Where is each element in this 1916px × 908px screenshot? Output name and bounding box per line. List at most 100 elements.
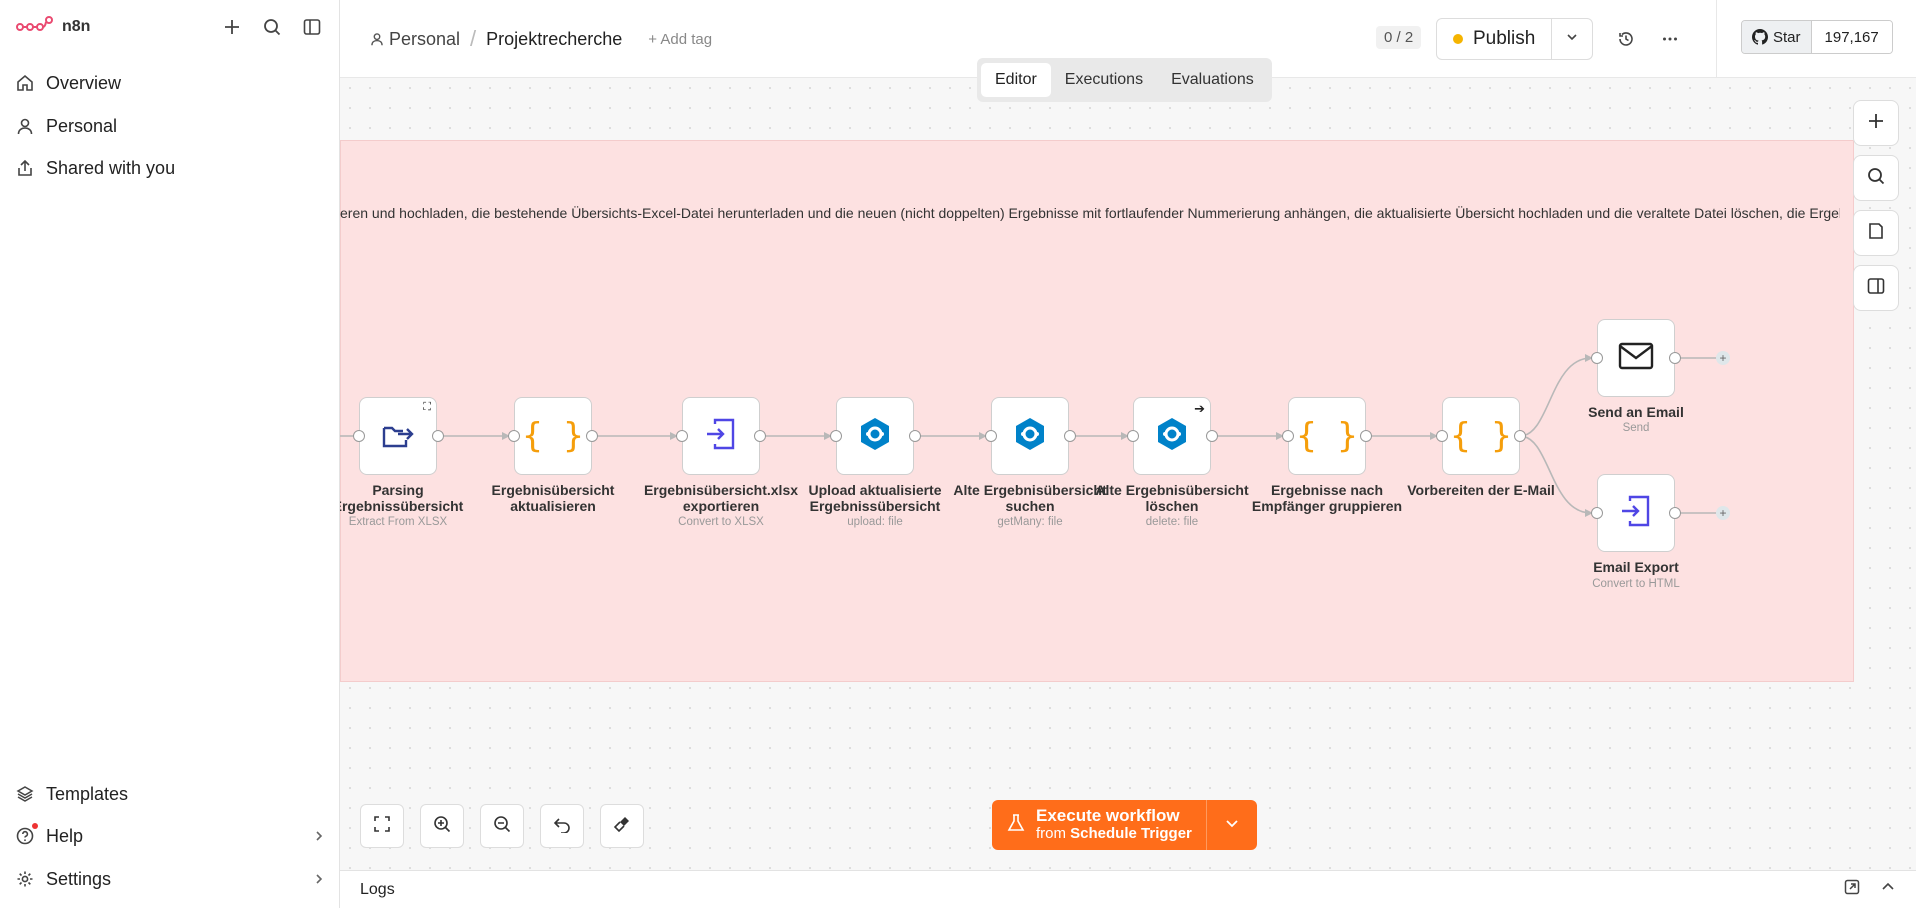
- node-alte-uebersicht-loeschen[interactable]: ➔: [1133, 397, 1211, 475]
- node-xlsx-exportieren[interactable]: [682, 397, 760, 475]
- add-sticky-button[interactable]: [1853, 210, 1899, 256]
- help-icon: [14, 823, 38, 847]
- n8n-logo-icon[interactable]: [16, 15, 54, 40]
- sidebar-item-personal[interactable]: Personal: [14, 108, 325, 144]
- node-send-email[interactable]: [1597, 319, 1675, 397]
- undo-icon: [553, 815, 571, 838]
- zoom-in-icon: [433, 815, 451, 838]
- fit-view-button[interactable]: [360, 804, 404, 848]
- input-port[interactable]: [985, 430, 997, 442]
- home-icon: [14, 72, 36, 94]
- logs-bar[interactable]: Logs: [340, 870, 1916, 908]
- zoom-out-button[interactable]: [480, 804, 524, 848]
- node-vorbereiten-email[interactable]: { }: [1442, 397, 1520, 475]
- header-divider: [1716, 0, 1717, 78]
- breadcrumb-project[interactable]: Personal: [389, 29, 460, 50]
- output-port[interactable]: [1669, 352, 1681, 364]
- workflow-canvas[interactable]: eren und hochladen, die bestehende Übers…: [340, 78, 1916, 870]
- output-port[interactable]: [1064, 430, 1076, 442]
- input-port[interactable]: [1127, 430, 1139, 442]
- sidebar-item-shared[interactable]: Shared with you: [14, 150, 325, 186]
- publish-dropdown-button[interactable]: [1552, 19, 1592, 59]
- node-parsing[interactable]: ⛶: [359, 397, 437, 475]
- tab-evaluations[interactable]: Evaluations: [1157, 63, 1268, 97]
- more-options-icon[interactable]: [1657, 26, 1683, 52]
- node-ergebnisuebersicht-aktualisieren[interactable]: { }: [514, 397, 592, 475]
- popout-icon[interactable]: [1844, 879, 1860, 900]
- execute-dropdown-button[interactable]: [1207, 800, 1257, 850]
- history-icon[interactable]: [1613, 26, 1639, 52]
- extract-icon: [380, 416, 416, 457]
- output-port[interactable]: [1514, 430, 1526, 442]
- zoom-in-button[interactable]: [420, 804, 464, 848]
- github-star-widget[interactable]: Star 197,167: [1741, 20, 1893, 54]
- input-port[interactable]: [830, 430, 842, 442]
- chevron-down-icon: [1565, 30, 1579, 49]
- code-icon: { }: [522, 416, 584, 456]
- execute-label: Execute workflow: [1036, 806, 1180, 825]
- chevron-up-icon[interactable]: [1880, 879, 1896, 900]
- execute-workflow-button[interactable]: Execute workflow from Schedule Trigger: [992, 800, 1207, 850]
- search-icon[interactable]: [261, 16, 283, 38]
- input-port[interactable]: [1591, 352, 1603, 364]
- input-port[interactable]: [676, 430, 688, 442]
- node-alte-uebersicht-suchen[interactable]: [991, 397, 1069, 475]
- node-title: Vorbereiten der E-Mail: [1407, 482, 1555, 498]
- sidebar-item-label: Personal: [46, 115, 118, 136]
- settings-icon: [14, 868, 36, 890]
- toggle-panel-button[interactable]: [1853, 265, 1899, 311]
- sidebar-item-templates[interactable]: Templates: [14, 776, 325, 812]
- input-port[interactable]: [508, 430, 520, 442]
- undo-button[interactable]: [540, 804, 584, 848]
- node-upload-ergebnisuebersicht[interactable]: [836, 397, 914, 475]
- sidebar-item-label: Help: [46, 825, 84, 846]
- add-node-button[interactable]: [1853, 100, 1899, 146]
- add-node-plus[interactable]: +: [1716, 351, 1730, 365]
- github-star-label: Star: [1773, 28, 1801, 46]
- publish-label: Publish: [1473, 28, 1536, 49]
- search-nodes-button[interactable]: [1853, 155, 1899, 201]
- nextcloud-icon: [857, 416, 893, 457]
- add-icon[interactable]: [221, 16, 243, 38]
- output-port[interactable]: [586, 430, 598, 442]
- view-tabs: Editor Executions Evaluations: [977, 58, 1272, 102]
- sidebar-toggle-icon[interactable]: [301, 16, 323, 38]
- output-port[interactable]: [432, 430, 444, 442]
- sidebar-item-settings[interactable]: Settings: [14, 861, 325, 897]
- add-node-plus[interactable]: +: [1716, 506, 1730, 520]
- sidebar-item-help[interactable]: Help: [14, 818, 325, 854]
- zoom-out-icon: [493, 815, 511, 838]
- input-port[interactable]: [353, 430, 365, 442]
- sidebar-item-label: Templates: [46, 783, 129, 804]
- github-star-button[interactable]: Star: [1742, 21, 1812, 53]
- output-port[interactable]: [754, 430, 766, 442]
- add-tag-button[interactable]: + Add tag: [648, 31, 712, 48]
- tidy-up-button[interactable]: [600, 804, 644, 848]
- logs-label: Logs: [360, 880, 395, 898]
- output-port[interactable]: [1669, 507, 1681, 519]
- fit-view-icon: [373, 815, 391, 838]
- input-port[interactable]: [1436, 430, 1448, 442]
- publish-button[interactable]: Publish: [1437, 19, 1553, 59]
- node-subtitle: Send: [1622, 422, 1650, 434]
- workflow-name[interactable]: Projektrecherche: [486, 29, 622, 50]
- templates-icon: [14, 783, 36, 805]
- sidebar-item-label: Overview: [46, 72, 122, 93]
- output-port[interactable]: [1206, 430, 1218, 442]
- sidebar-item-overview[interactable]: Overview: [14, 65, 325, 101]
- output-port[interactable]: [1360, 430, 1372, 442]
- node-ergebnisse-gruppieren[interactable]: { }: [1288, 397, 1366, 475]
- node-subtitle: delete: file: [1145, 516, 1199, 528]
- output-port[interactable]: [909, 430, 921, 442]
- input-port[interactable]: [1282, 430, 1294, 442]
- search-icon: [1867, 167, 1885, 190]
- plus-icon: [1867, 112, 1885, 135]
- tab-executions[interactable]: Executions: [1051, 63, 1157, 97]
- notification-dot: [32, 823, 38, 829]
- input-port[interactable]: [1591, 507, 1603, 519]
- node-email-export[interactable]: [1597, 474, 1675, 552]
- tab-editor[interactable]: Editor: [981, 63, 1051, 97]
- convert-icon: [1618, 493, 1654, 534]
- node-title: Ergebnisse nach Empfänger gruppieren: [1251, 482, 1403, 514]
- node-title: Alte Ergebnisübersicht löschen: [1095, 482, 1249, 514]
